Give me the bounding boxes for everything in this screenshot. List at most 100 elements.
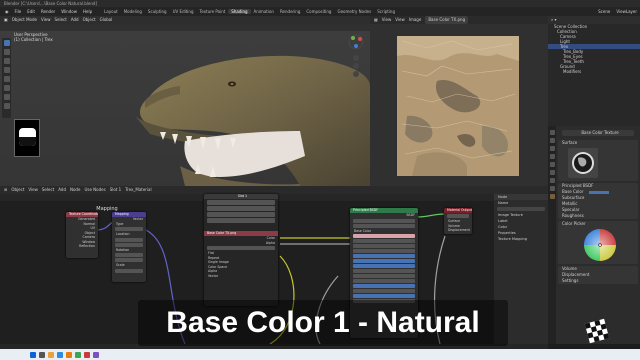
app-icon[interactable]	[84, 351, 90, 358]
texture-coordinate-node[interactable]: Texture Coordinate Generated Normal UV O…	[66, 212, 98, 258]
output-tab-icon[interactable]	[549, 146, 555, 151]
mapping-node[interactable]: Mapping Vector Type Location Rotation Sc…	[112, 212, 146, 282]
world-tab-icon[interactable]	[549, 162, 555, 167]
workspace-tab-shading[interactable]: Shading	[228, 9, 251, 14]
annotate-tool-icon[interactable]	[3, 94, 10, 100]
metallic-field[interactable]	[353, 254, 415, 258]
image-texture-node[interactable]: Slot 1 Base Color TX.png Color Alpha Fla…	[204, 194, 278, 306]
clearcoat-field[interactable]	[353, 279, 415, 283]
tool-tab-icon[interactable]	[549, 130, 555, 135]
sheen-field[interactable]	[353, 274, 415, 278]
settings-panel-header[interactable]: Settings	[558, 278, 638, 284]
workspace-tab-rendering[interactable]: Rendering	[277, 9, 303, 14]
node-socket-label: Base Color	[354, 228, 372, 233]
modifier-tab-icon[interactable]	[549, 178, 555, 183]
rotate-tool-icon[interactable]	[3, 67, 10, 73]
workspace-tab-compositing[interactable]: Compositing	[303, 9, 334, 14]
texture-mapping-panel[interactable]: Texture Mapping	[494, 236, 548, 242]
workspace-tab-modeling[interactable]: Modeling	[121, 9, 145, 14]
select-box-tool-icon[interactable]	[3, 40, 10, 46]
menu-window[interactable]: Window	[58, 9, 80, 14]
search-icon[interactable]	[39, 351, 45, 358]
location-field[interactable]	[115, 242, 143, 247]
file-explorer-icon[interactable]	[48, 351, 54, 358]
image-editor-menu-view[interactable]: View	[382, 16, 392, 24]
menu-help[interactable]: Help	[80, 9, 95, 14]
scale-field[interactable]	[115, 268, 143, 273]
workspace-tab-texture-paint[interactable]: Texture Paint	[196, 9, 228, 14]
measure-tool-icon[interactable]	[3, 103, 10, 109]
anisotropic-field[interactable]	[353, 269, 415, 273]
image-editor-menu-image[interactable]: Image	[409, 16, 422, 24]
workspace-tab-sculpting[interactable]: Sculpting	[145, 9, 170, 14]
viewport-menu-view[interactable]: View	[41, 16, 51, 24]
material-tab-icon[interactable]	[549, 194, 555, 199]
scene-tab-icon[interactable]	[549, 154, 555, 159]
outliner-row[interactable]: Modifiers	[548, 69, 640, 74]
menu-edit[interactable]: Edit	[24, 9, 38, 14]
mapping-type-dropdown[interactable]	[115, 227, 143, 231]
subsurface-field[interactable]	[353, 239, 415, 243]
subsurface-radius-field[interactable]	[353, 244, 415, 248]
ior-field[interactable]	[353, 284, 415, 288]
menu-render[interactable]: Render	[38, 9, 58, 14]
menu-file[interactable]: File	[12, 9, 25, 14]
image-editor[interactable]: ▦ View View Image Base Color TX.png	[370, 16, 548, 186]
workspace-tab-geometry-nodes[interactable]: Geometry Nodes	[334, 9, 374, 14]
viewport-menu-add[interactable]: Add	[71, 16, 79, 24]
rotation-field[interactable]	[115, 258, 143, 262]
workspace-tab-layout[interactable]: Layout	[101, 9, 121, 14]
viewlayer-selector[interactable]: ViewLayer	[613, 9, 640, 14]
interpolation-dropdown[interactable]	[207, 246, 275, 250]
subsurface-method-dropdown[interactable]	[353, 223, 415, 228]
material-name-field[interactable]: Base Color Texture	[562, 130, 634, 136]
node-dropdown-header[interactable]: Slot 1	[204, 194, 278, 199]
target-dropdown[interactable]	[447, 214, 469, 218]
scene-selector[interactable]: Scene	[595, 9, 613, 14]
start-icon[interactable]	[30, 351, 36, 358]
properties-editor[interactable]: Base Color Texture Surface Principled BS…	[548, 126, 640, 344]
viewport-menu-object[interactable]: Object	[83, 16, 96, 24]
workspace-tab-scripting[interactable]: Scripting	[374, 9, 398, 14]
blender-logo-icon[interactable]: ◉	[2, 9, 12, 14]
subsurface-color-field[interactable]	[353, 249, 415, 253]
color-wheel[interactable]	[558, 227, 640, 263]
tool-shelf	[2, 38, 11, 118]
object-tab-icon[interactable]	[549, 170, 555, 175]
browser-icon[interactable]	[57, 351, 63, 358]
app-icon[interactable]	[93, 351, 99, 358]
navigation-gizmo[interactable]	[345, 34, 367, 84]
rotation-field[interactable]	[115, 253, 143, 257]
workspace-tab-uv-editing[interactable]: UV Editing	[170, 9, 197, 14]
texture-preview-thumbnail[interactable]	[14, 119, 40, 157]
render-tab-icon[interactable]	[549, 138, 555, 143]
image-name-field[interactable]: Base Color TX.png	[425, 16, 469, 24]
scale-tool-icon[interactable]	[3, 76, 10, 82]
editor-type-icon[interactable]: ▣	[4, 16, 8, 24]
3d-viewport[interactable]: ▣ Object Mode View Select Add Object Glo…	[0, 16, 370, 186]
workspace-tab-animation[interactable]: Animation	[251, 9, 277, 14]
base-color-field[interactable]	[353, 234, 415, 238]
emission-field[interactable]	[353, 294, 415, 298]
roughness-row[interactable]: Roughness	[558, 213, 638, 219]
physics-tab-icon[interactable]	[549, 186, 555, 191]
distribution-dropdown[interactable]	[353, 218, 415, 223]
object-mode-dropdown[interactable]: Object Mode	[12, 16, 37, 24]
transmission-field[interactable]	[353, 289, 415, 293]
move-tool-icon[interactable]	[3, 58, 10, 64]
location-field[interactable]	[115, 237, 143, 242]
image-editor-menu-view2[interactable]: View	[395, 16, 405, 24]
specular-field[interactable]	[353, 259, 415, 263]
roughness-field[interactable]	[353, 264, 415, 268]
transform-orientation-dropdown[interactable]: Global	[100, 16, 113, 24]
app-icon[interactable]	[75, 351, 81, 358]
transform-tool-icon[interactable]	[3, 85, 10, 91]
viewport-menu-select[interactable]: Select	[54, 16, 66, 24]
image-editor-type-icon[interactable]: ▦	[374, 16, 378, 24]
node-name-field[interactable]	[497, 207, 545, 211]
video-caption: Base Color 1 - Natural	[138, 300, 508, 346]
outliner[interactable]: ⌕ ▾ Scene Collection Collection Camera L…	[548, 16, 640, 126]
cursor-tool-icon[interactable]	[3, 49, 10, 55]
blender-taskbar-icon[interactable]	[66, 351, 72, 358]
material-output-node[interactable]: Material Output Surface Volume Displacem…	[444, 208, 472, 234]
